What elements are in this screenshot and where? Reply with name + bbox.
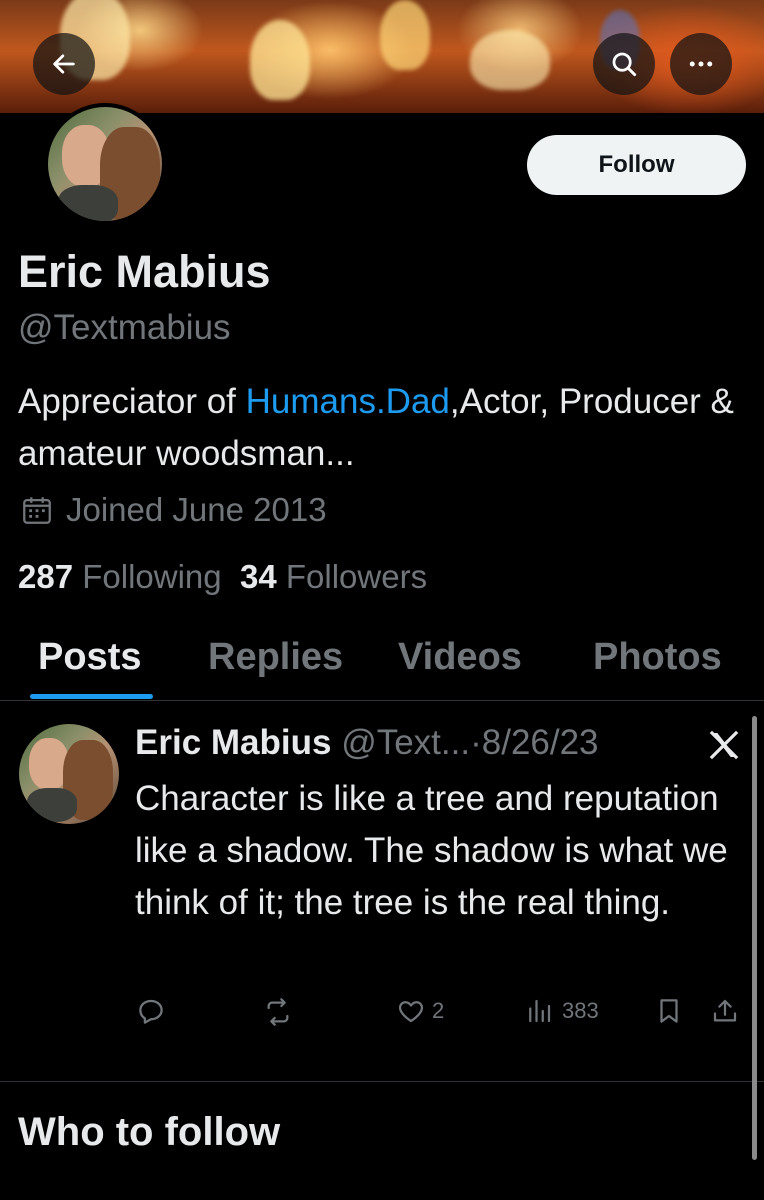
reply-icon xyxy=(139,999,163,1024)
calendar-icon xyxy=(23,497,51,524)
heart-icon xyxy=(398,1001,424,1023)
repost-button[interactable] xyxy=(262,996,294,1028)
tab-videos[interactable]: Videos xyxy=(398,636,522,679)
more-button[interactable] xyxy=(670,33,732,95)
views-icon xyxy=(529,999,551,1023)
back-button[interactable] xyxy=(33,33,95,95)
post-date[interactable]: 8/26/23 xyxy=(482,723,599,762)
avatar-photo xyxy=(48,107,162,221)
post-separator: · xyxy=(470,723,482,762)
search-icon xyxy=(612,52,637,77)
post-text: Character is like a tree and reputation … xyxy=(135,779,728,922)
arrow-left-icon xyxy=(53,54,75,74)
following-label: Following xyxy=(82,558,222,595)
post[interactable]: Eric Mabius @Text...·8/26/23 Character i… xyxy=(0,701,764,1082)
joined-text: Joined June 2013 xyxy=(66,491,327,528)
tab-photos[interactable]: Photos xyxy=(593,636,722,679)
following-link[interactable]: 287 Following xyxy=(18,558,222,595)
post-author-name[interactable]: Eric Mabius xyxy=(135,723,331,762)
x-logo-icon xyxy=(709,730,739,760)
following-count: 287 xyxy=(18,558,74,595)
repost-icon xyxy=(267,998,289,1026)
share-icon xyxy=(713,999,737,1022)
followers-link[interactable]: 34 Followers xyxy=(240,558,427,595)
bookmark-icon xyxy=(660,999,678,1023)
post-header: Eric Mabius @Text...·8/26/23 xyxy=(135,723,599,763)
follow-button[interactable]: Follow xyxy=(527,135,746,195)
profile-handle: @Textmabius xyxy=(18,308,231,347)
bio-prefix: Appreciator of xyxy=(18,382,246,421)
scrollbar[interactable] xyxy=(752,716,757,1160)
post-author-handle[interactable]: @Text... xyxy=(341,723,470,762)
reply-button[interactable] xyxy=(136,996,166,1026)
profile-bio: Appreciator of Humans.Dad,Actor, Produce… xyxy=(18,376,738,480)
profile-tabs: Posts Replies Videos Photos xyxy=(0,628,764,701)
search-button[interactable] xyxy=(593,33,655,95)
view-count: 383 xyxy=(562,998,599,1023)
more-horizontal-icon xyxy=(689,61,713,67)
joined-date: Joined June 2013 xyxy=(20,491,327,529)
share-button[interactable] xyxy=(710,996,740,1026)
tab-posts[interactable]: Posts xyxy=(38,636,141,679)
followers-count: 34 xyxy=(239,558,277,595)
like-button[interactable]: 2 xyxy=(396,996,444,1026)
profile-avatar[interactable] xyxy=(44,103,166,225)
active-tab-indicator xyxy=(30,694,153,699)
like-count: 2 xyxy=(432,998,445,1023)
post-avatar[interactable] xyxy=(19,724,119,824)
follow-stats: 287 Following 34 Followers xyxy=(18,558,427,596)
bookmark-button[interactable] xyxy=(654,996,684,1026)
who-to-follow-heading: Who to follow xyxy=(18,1110,281,1154)
profile-name: Eric Mabius xyxy=(18,246,271,297)
post-actions: 2 383 xyxy=(0,996,764,1036)
bio-link[interactable]: Humans.Dad xyxy=(246,382,450,421)
views-button[interactable]: 383 xyxy=(524,996,599,1026)
followers-label: Followers xyxy=(285,558,428,595)
tab-replies[interactable]: Replies xyxy=(208,636,343,679)
